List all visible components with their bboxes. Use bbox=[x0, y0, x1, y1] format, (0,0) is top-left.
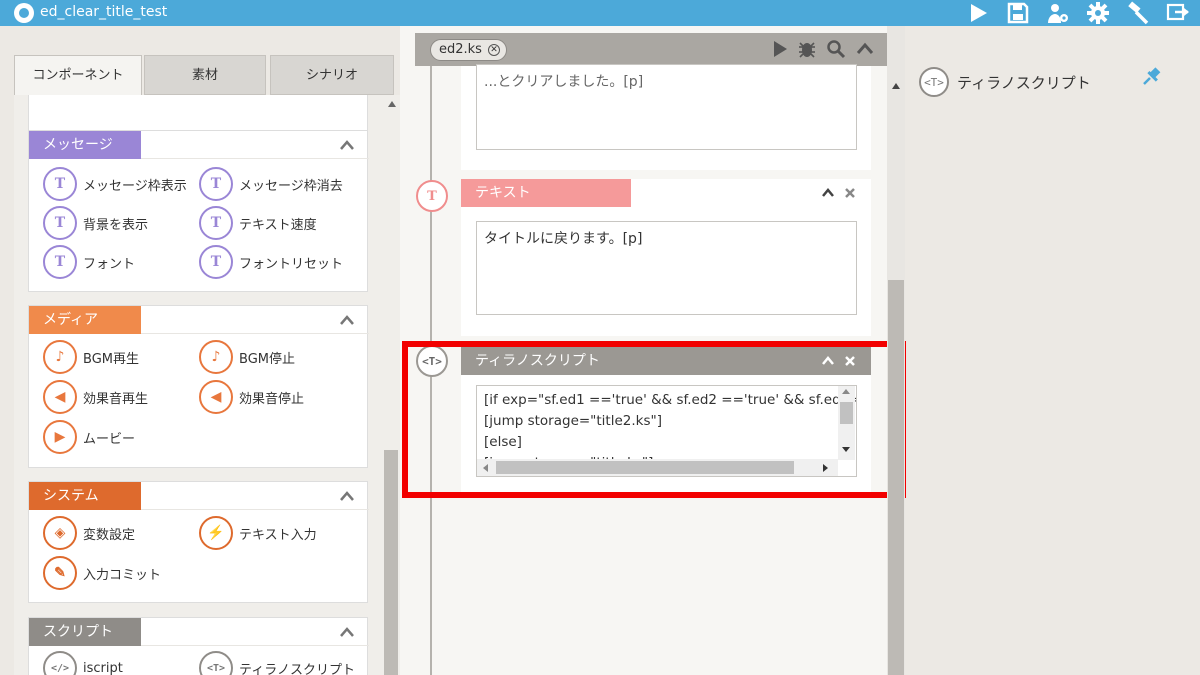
selected-component-label: ティラノスクリプト bbox=[957, 73, 1091, 92]
category-label: メディア bbox=[29, 306, 141, 334]
font-reset-icon: T bbox=[199, 245, 233, 279]
editor-toolbar: ed2.ks ✕ bbox=[415, 33, 890, 66]
close-icon[interactable] bbox=[844, 187, 856, 199]
component-se-stop[interactable]: ◀ 効果音停止 bbox=[199, 380, 304, 414]
tab-components[interactable]: コンポーネント bbox=[14, 55, 142, 95]
close-icon[interactable]: ✕ bbox=[487, 44, 500, 56]
chevron-up-icon[interactable] bbox=[822, 187, 834, 199]
scroll-up-icon[interactable] bbox=[892, 83, 900, 89]
component-se-play[interactable]: ◀ 効果音再生 bbox=[43, 380, 148, 414]
component-palette: メッセージ T メッセージ枠表示 T メッセージ枠消去 T 背景を表示 T テキ… bbox=[14, 95, 384, 675]
scrollbar-thumb[interactable] bbox=[888, 280, 904, 675]
scroll-up-icon[interactable] bbox=[388, 101, 396, 107]
background-icon: T bbox=[43, 206, 77, 240]
search-icon[interactable] bbox=[826, 39, 846, 59]
component-bgm-stop[interactable]: ♪ BGM停止 bbox=[199, 340, 295, 374]
category-script: スクリプト </> iscript <T> ティラノスクリプト bbox=[28, 617, 369, 675]
scrollbar-thumb[interactable] bbox=[384, 450, 398, 675]
selected-component: <T> ティラノスクリプト bbox=[919, 67, 1091, 97]
chevron-up-icon[interactable] bbox=[855, 39, 875, 59]
component-tyranoscript[interactable]: <T> ティラノスクリプト bbox=[199, 651, 355, 675]
category-header[interactable]: スクリプト bbox=[29, 618, 369, 646]
category-header[interactable]: メッセージ bbox=[29, 131, 369, 159]
component-panel: コンポーネント 素材 シナリオ メッセージ T メッセージ枠表示 T メッセージ… bbox=[14, 55, 400, 675]
bgm-play-icon: ♪ bbox=[43, 340, 77, 374]
property-panel: <T> ティラノスクリプト bbox=[905, 55, 1187, 675]
file-tab-label: ed2.ks bbox=[439, 42, 482, 57]
app-logo-icon bbox=[14, 3, 34, 23]
category-header[interactable]: メディア bbox=[29, 306, 369, 334]
category-message: メッセージ T メッセージ枠表示 T メッセージ枠消去 T 背景を表示 T テキ… bbox=[28, 130, 369, 292]
title-bar: ed_clear_title_test bbox=[0, 0, 1200, 26]
text-node-icon: T bbox=[416, 180, 448, 212]
component-text-input[interactable]: ⚡ テキスト入力 bbox=[199, 516, 317, 550]
tyrano-icon: <T> bbox=[199, 651, 233, 675]
component-movie[interactable]: ▶ ムービー bbox=[43, 420, 135, 454]
category-label: システム bbox=[29, 482, 141, 510]
code-icon: </> bbox=[43, 651, 77, 675]
previous-category-partial bbox=[28, 95, 368, 131]
category-label: メッセージ bbox=[29, 131, 141, 159]
palette-scrollbar[interactable] bbox=[384, 95, 400, 675]
text-block-textarea[interactable]: タイトルに戻ります。[p] bbox=[476, 221, 857, 315]
message-show-icon: T bbox=[43, 167, 77, 201]
build-hammer-icon[interactable] bbox=[1126, 1, 1150, 25]
font-icon: T bbox=[43, 245, 77, 279]
component-background[interactable]: T 背景を表示 bbox=[43, 206, 148, 240]
se-stop-icon: ◀ bbox=[199, 380, 233, 414]
file-tab[interactable]: ed2.ks ✕ bbox=[430, 39, 507, 61]
bug-icon[interactable] bbox=[797, 39, 817, 59]
chevron-up-icon[interactable] bbox=[339, 490, 355, 502]
category-header[interactable]: システム bbox=[29, 482, 369, 510]
se-play-icon: ◀ bbox=[43, 380, 77, 414]
chevron-up-icon[interactable] bbox=[339, 626, 355, 638]
play-icon[interactable] bbox=[770, 39, 790, 59]
save-icon[interactable] bbox=[1006, 1, 1030, 25]
text-block: テキスト タイトルに戻ります。[p] bbox=[461, 179, 871, 336]
users-gear-icon[interactable] bbox=[1046, 1, 1070, 25]
component-font-reset[interactable]: T フォントリセット bbox=[199, 245, 343, 279]
chevron-up-icon[interactable] bbox=[339, 139, 355, 151]
component-text-speed[interactable]: T テキスト速度 bbox=[199, 206, 317, 240]
export-icon[interactable] bbox=[1166, 1, 1190, 25]
component-iscript[interactable]: </> iscript bbox=[43, 651, 123, 675]
settings-icon[interactable] bbox=[1086, 1, 1110, 25]
category-media: メディア ♪ BGM再生 ♪ BGM停止 ◀ 効果音再生 ◀ 効果音停止 ▶ ム… bbox=[28, 305, 369, 468]
block-label: テキスト bbox=[461, 179, 631, 207]
lightning-icon: ⚡ bbox=[199, 516, 233, 550]
highlight-annotation bbox=[402, 341, 906, 498]
component-message-hide[interactable]: T メッセージ枠消去 bbox=[199, 167, 343, 201]
editor-scrollbar[interactable] bbox=[887, 26, 905, 675]
component-variable-set[interactable]: ◈ 変数設定 bbox=[43, 516, 135, 550]
bgm-stop-icon: ♪ bbox=[199, 340, 233, 374]
component-input-commit[interactable]: ✎ 入力コミット bbox=[43, 556, 161, 590]
category-system: システム ◈ 変数設定 ⚡ テキスト入力 ✎ 入力コミット bbox=[28, 481, 369, 603]
variable-icon: ◈ bbox=[43, 516, 77, 550]
play-icon[interactable] bbox=[966, 1, 990, 25]
component-message-show[interactable]: T メッセージ枠表示 bbox=[43, 167, 187, 201]
component-bgm-play[interactable]: ♪ BGM再生 bbox=[43, 340, 139, 374]
tyrano-icon: <T> bbox=[919, 67, 949, 97]
tab-materials[interactable]: 素材 bbox=[144, 55, 266, 95]
movie-icon: ▶ bbox=[43, 420, 77, 454]
block-header[interactable]: テキスト bbox=[461, 179, 871, 207]
text-block-textarea[interactable]: ...とクリアしました。[p] bbox=[476, 64, 857, 150]
window-title: ed_clear_title_test bbox=[40, 4, 168, 20]
category-label: スクリプト bbox=[29, 618, 141, 646]
chevron-up-icon[interactable] bbox=[339, 314, 355, 326]
text-speed-icon: T bbox=[199, 206, 233, 240]
pin-icon[interactable] bbox=[1141, 65, 1163, 87]
message-hide-icon: T bbox=[199, 167, 233, 201]
tab-scenario[interactable]: シナリオ bbox=[270, 55, 394, 95]
component-font[interactable]: T フォント bbox=[43, 245, 135, 279]
plug-icon: ✎ bbox=[43, 556, 77, 590]
text-block-previous: ...とクリアしました。[p] bbox=[461, 64, 871, 170]
